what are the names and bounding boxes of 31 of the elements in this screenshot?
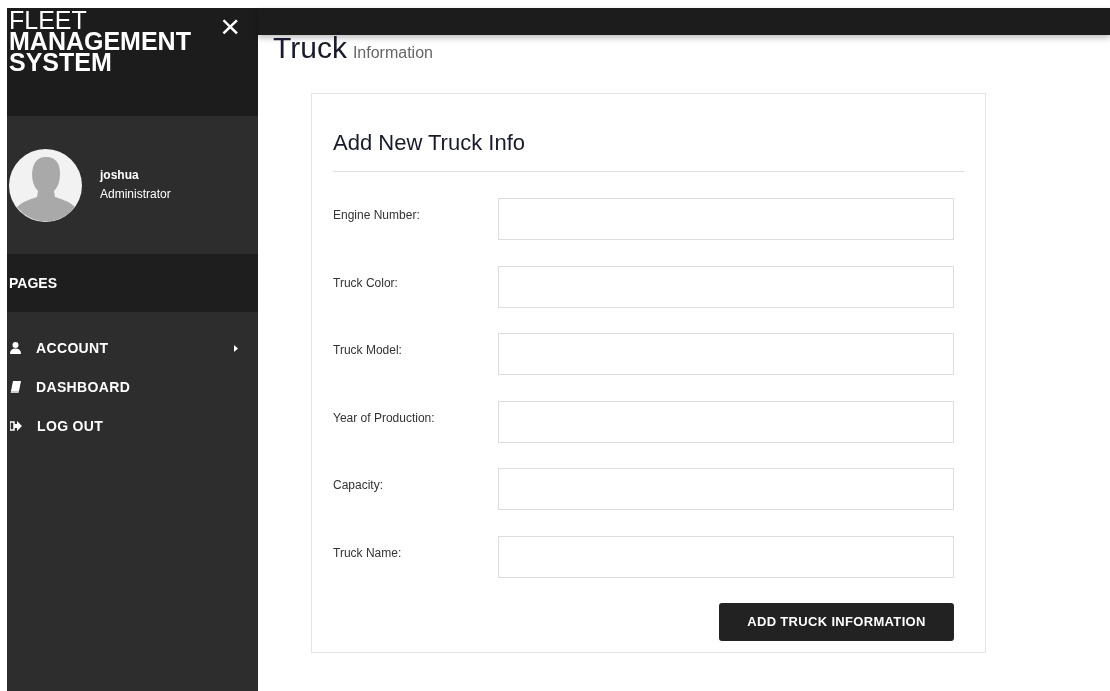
brand-title: SYSTEM bbox=[9, 52, 112, 73]
field-label: Truck Color: bbox=[333, 274, 399, 292]
close-button[interactable]: × bbox=[220, 10, 240, 42]
nav-item[interactable]: DASHBOARD bbox=[7, 376, 258, 398]
input-field[interactable] bbox=[498, 400, 954, 443]
page-title: Truck bbox=[273, 33, 347, 63]
exit-icon bbox=[10, 421, 22, 431]
user-icon bbox=[10, 342, 21, 354]
brand-title: MANAGEMENT bbox=[9, 31, 191, 52]
form-title: Add New Truck Info bbox=[333, 126, 964, 172]
page-subtitle: Information bbox=[352, 43, 433, 63]
input-field[interactable] bbox=[498, 198, 954, 240]
avatar-icon bbox=[9, 148, 82, 222]
input-field[interactable] bbox=[498, 265, 954, 308]
caret-icon bbox=[234, 344, 238, 352]
field-label: Engine Number: bbox=[333, 207, 421, 224]
book-icon bbox=[10, 381, 21, 393]
field-label: Capacity: bbox=[333, 477, 385, 494]
user-role: Administrator bbox=[100, 186, 171, 203]
nav-item[interactable]: LOG OUT bbox=[7, 415, 258, 437]
input-field[interactable] bbox=[498, 535, 954, 578]
nav-item[interactable]: ACCOUNT bbox=[7, 337, 258, 359]
submit-button[interactable]: ADD TRUCK INFORMATION bbox=[719, 602, 954, 641]
section-heading: PAGES bbox=[9, 273, 57, 293]
input-field[interactable] bbox=[498, 468, 954, 510]
field-label: Truck Name: bbox=[333, 544, 403, 562]
brand-title: FLEET bbox=[9, 10, 87, 31]
field-label: Truck Model: bbox=[333, 342, 403, 359]
user-name: joshua bbox=[100, 167, 140, 184]
input-field[interactable] bbox=[498, 333, 954, 375]
field-label: Year of Production: bbox=[333, 409, 436, 427]
